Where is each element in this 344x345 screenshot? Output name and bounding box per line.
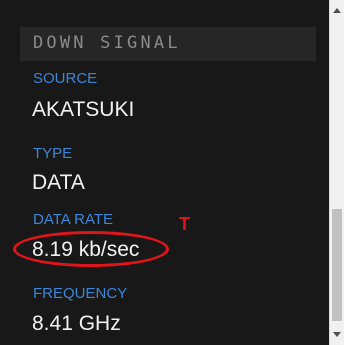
scroll-down-arrow-icon[interactable] bbox=[333, 332, 341, 337]
panel-content: DOWN SIGNAL SOURCE AKATSUKI TYPE DATA DA… bbox=[0, 0, 329, 345]
panel-title: DOWN SIGNAL bbox=[33, 33, 181, 53]
type-label: TYPE bbox=[33, 145, 73, 162]
scroll-up-arrow-icon[interactable] bbox=[333, 8, 341, 13]
highlight-circle bbox=[13, 231, 169, 267]
source-value: AKATSUKI bbox=[32, 98, 135, 121]
type-value: DATA bbox=[32, 171, 85, 194]
scrollbar-thumb[interactable] bbox=[332, 209, 342, 321]
frequency-label: FREQUENCY bbox=[33, 285, 128, 302]
vertical-scrollbar[interactable] bbox=[329, 0, 344, 345]
data-rate-label: DATA RATE bbox=[33, 211, 114, 228]
down-signal-panel: DOWN SIGNAL SOURCE AKATSUKI TYPE DATA DA… bbox=[0, 0, 344, 345]
annotation-mark: T bbox=[179, 214, 190, 234]
frequency-value: 8.41 GHz bbox=[32, 312, 121, 335]
panel-header: DOWN SIGNAL bbox=[20, 27, 316, 61]
source-label: SOURCE bbox=[33, 70, 98, 87]
